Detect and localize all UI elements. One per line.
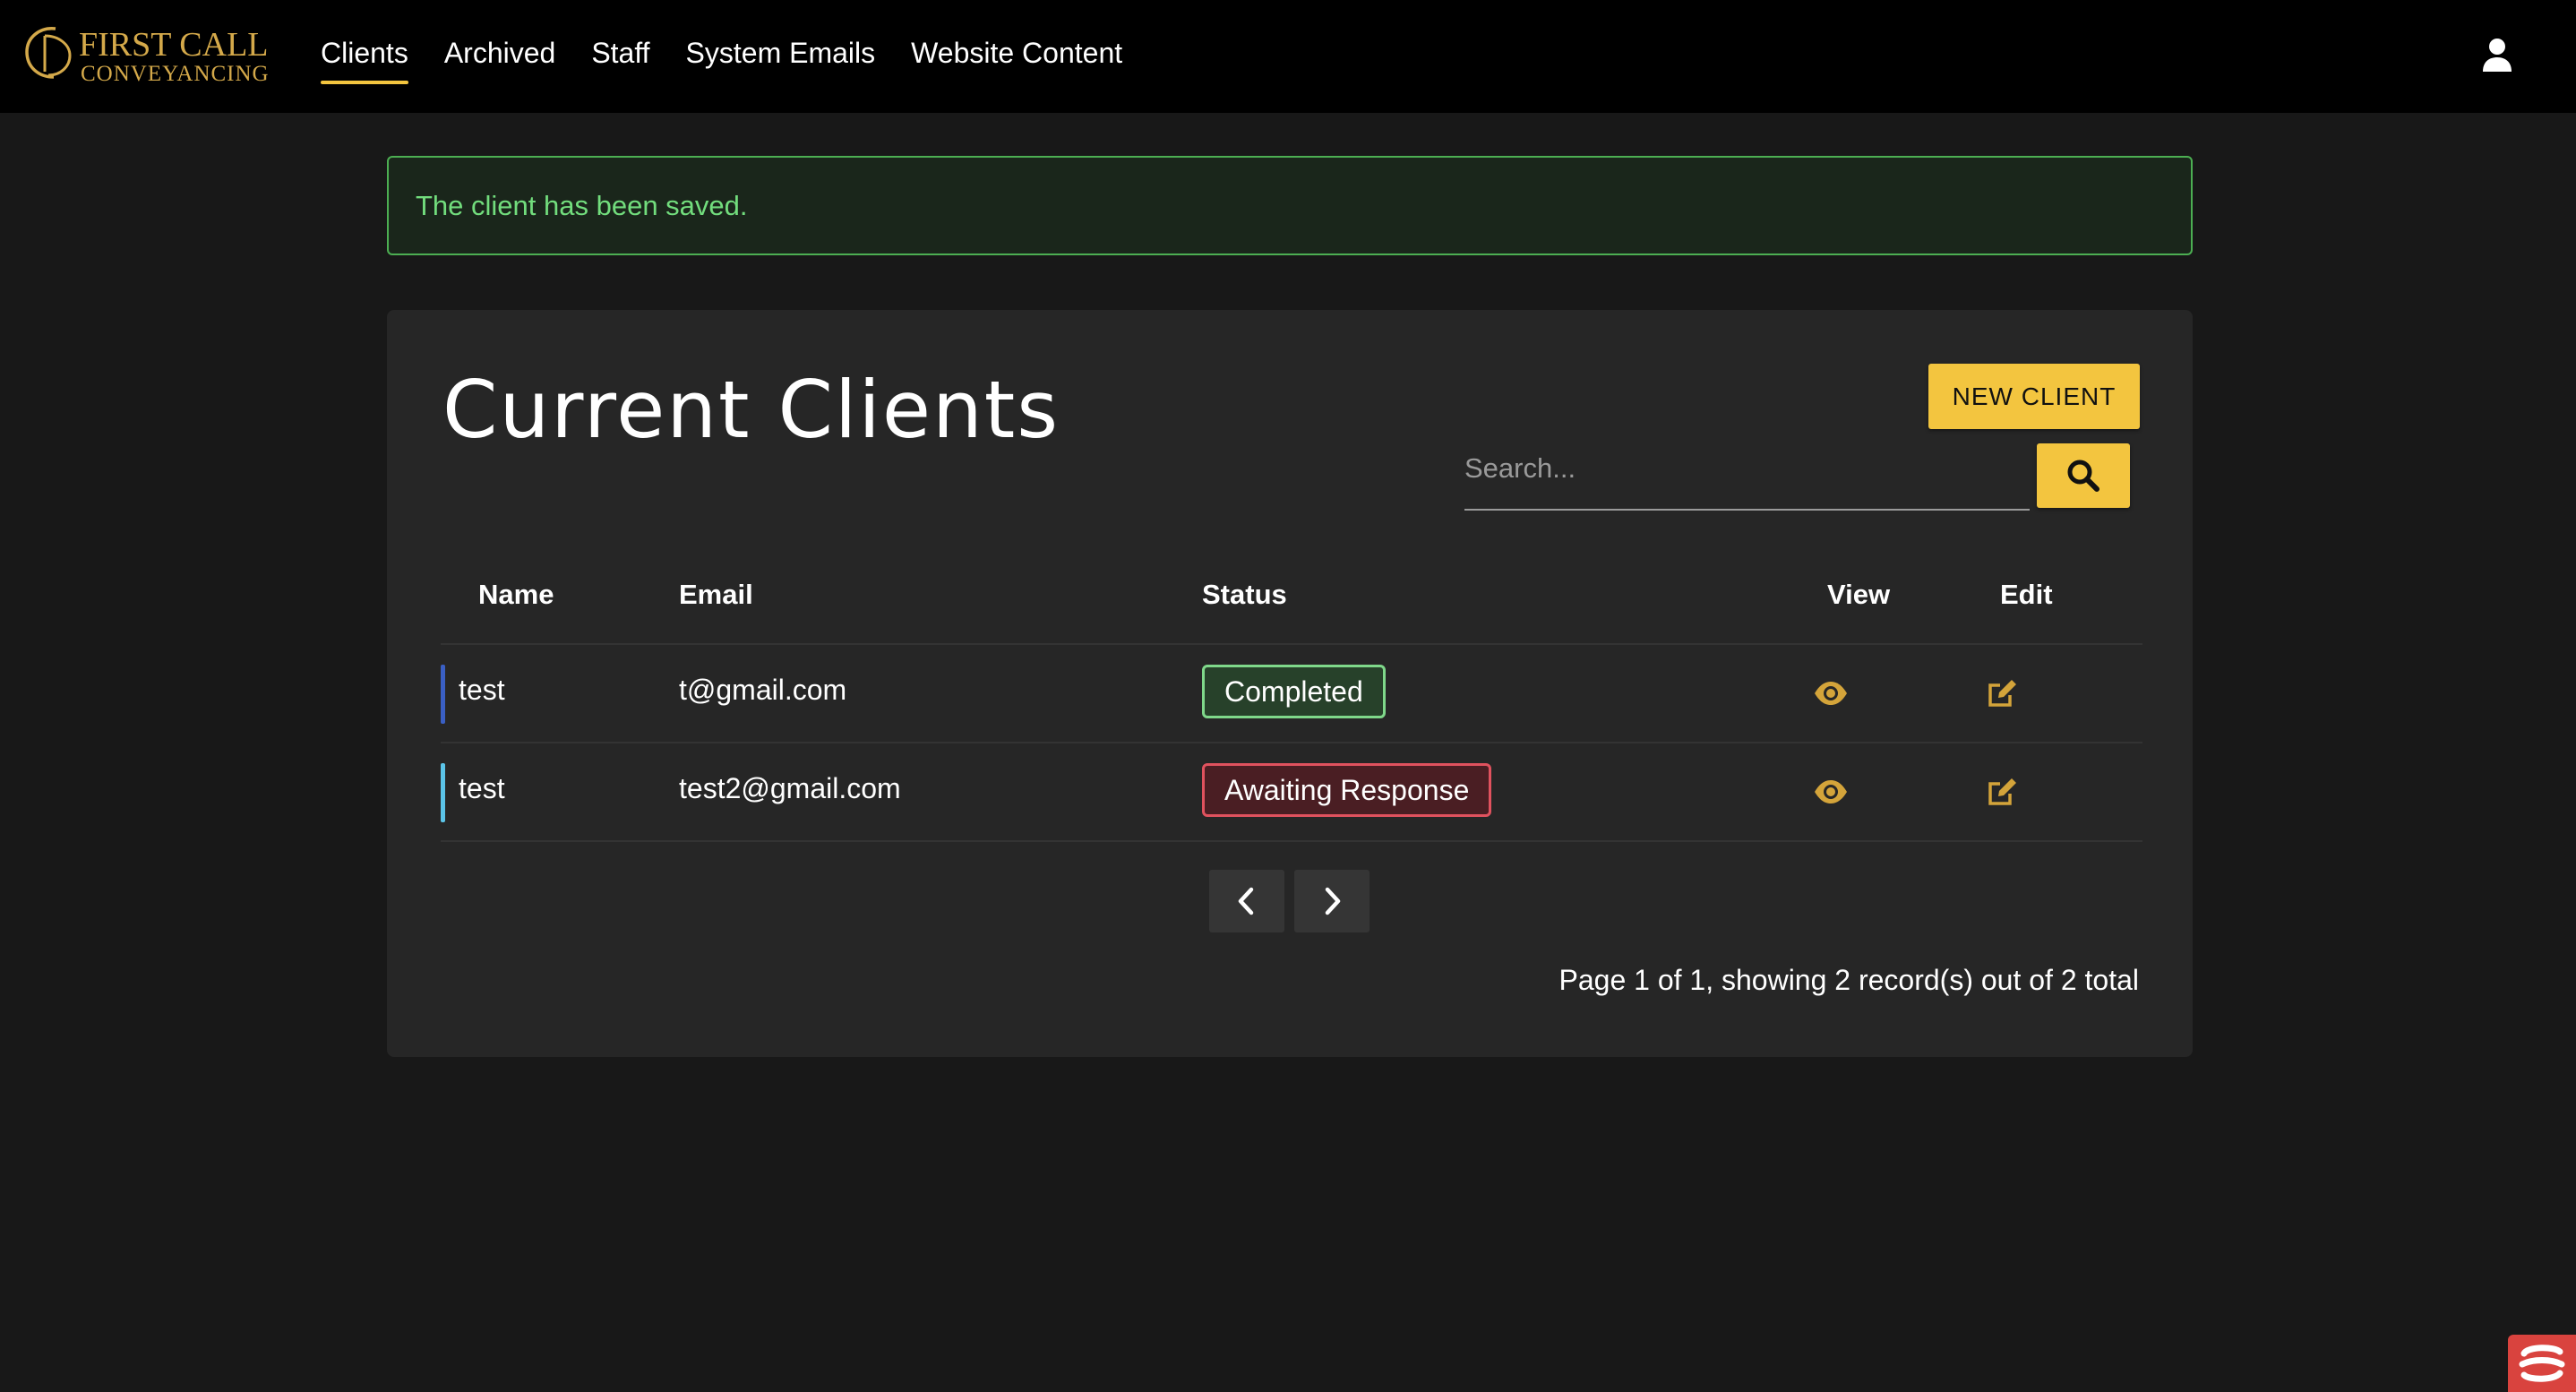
client-name: test xyxy=(459,674,505,706)
prev-page-button[interactable] xyxy=(1209,870,1284,932)
chevron-left-icon xyxy=(1238,887,1254,915)
success-alert: The client has been saved. xyxy=(387,156,2193,255)
search-icon xyxy=(2067,460,2099,492)
table-row[interactable]: test test2@gmail.com Awaiting Response xyxy=(441,742,2142,840)
next-page-button[interactable] xyxy=(1294,870,1370,932)
nav-item-archived[interactable]: Archived xyxy=(444,34,556,79)
column-header-view: View xyxy=(1827,579,1891,610)
pagination-summary: Page 1 of 1, showing 2 record(s) out of … xyxy=(1558,964,2139,996)
eye-icon xyxy=(1815,682,1847,705)
edit-icon xyxy=(1988,778,2016,805)
user-icon xyxy=(2483,39,2512,72)
nav-item-system-emails[interactable]: System Emails xyxy=(686,34,876,79)
nav-item-clients[interactable]: Clients xyxy=(321,34,408,84)
main-nav: Clients Archived Staff System Emails Web… xyxy=(321,34,1122,84)
brand-line-2: CONVEYANCING xyxy=(81,62,270,86)
account-button[interactable] xyxy=(2479,36,2515,75)
alert-message: The client has been saved. xyxy=(416,189,748,221)
client-email: t@gmail.com xyxy=(679,674,847,706)
brand-line-1: FIRST CALL xyxy=(79,26,269,64)
search-input[interactable] xyxy=(1464,441,2030,511)
new-client-button[interactable]: NEW CLIENT xyxy=(1928,364,2140,429)
status-badge: Awaiting Response xyxy=(1202,763,1492,817)
chevron-right-icon xyxy=(1325,887,1341,915)
clients-card: Current Clients NEW CLIENT Name Email St… xyxy=(387,310,2193,1057)
widget-logo-icon xyxy=(2519,1345,2565,1382)
floating-widget-button[interactable] xyxy=(2508,1335,2576,1392)
table-divider xyxy=(441,840,2142,842)
page-title: Current Clients xyxy=(442,364,1060,456)
column-header-status[interactable]: Status xyxy=(1202,579,1287,611)
status-badge: Completed xyxy=(1202,665,1386,718)
row-marker xyxy=(441,665,445,724)
logo-monogram-icon xyxy=(25,27,72,79)
column-header-email[interactable]: Email xyxy=(679,579,753,611)
eye-icon xyxy=(1815,780,1847,803)
nav-item-staff[interactable]: Staff xyxy=(591,34,649,79)
table-row[interactable]: test t@gmail.com Completed xyxy=(441,643,2142,742)
edit-button[interactable] xyxy=(1981,672,2024,715)
row-marker xyxy=(441,763,445,822)
view-button[interactable] xyxy=(1809,770,1852,813)
edit-icon xyxy=(1988,680,2016,707)
view-button[interactable] xyxy=(1809,672,1852,715)
search-button[interactable] xyxy=(2037,443,2130,508)
column-header-name[interactable]: Name xyxy=(478,579,554,611)
nav-item-website-content[interactable]: Website Content xyxy=(911,34,1122,79)
client-name: test xyxy=(459,772,505,804)
brand-logo[interactable]: FIRST CALL CONVEYANCING xyxy=(23,23,269,86)
top-navbar: FIRST CALL CONVEYANCING Clients Archived… xyxy=(0,0,2576,113)
edit-button[interactable] xyxy=(1981,770,2024,813)
column-header-edit: Edit xyxy=(2000,579,2053,610)
client-email: test2@gmail.com xyxy=(679,772,901,804)
